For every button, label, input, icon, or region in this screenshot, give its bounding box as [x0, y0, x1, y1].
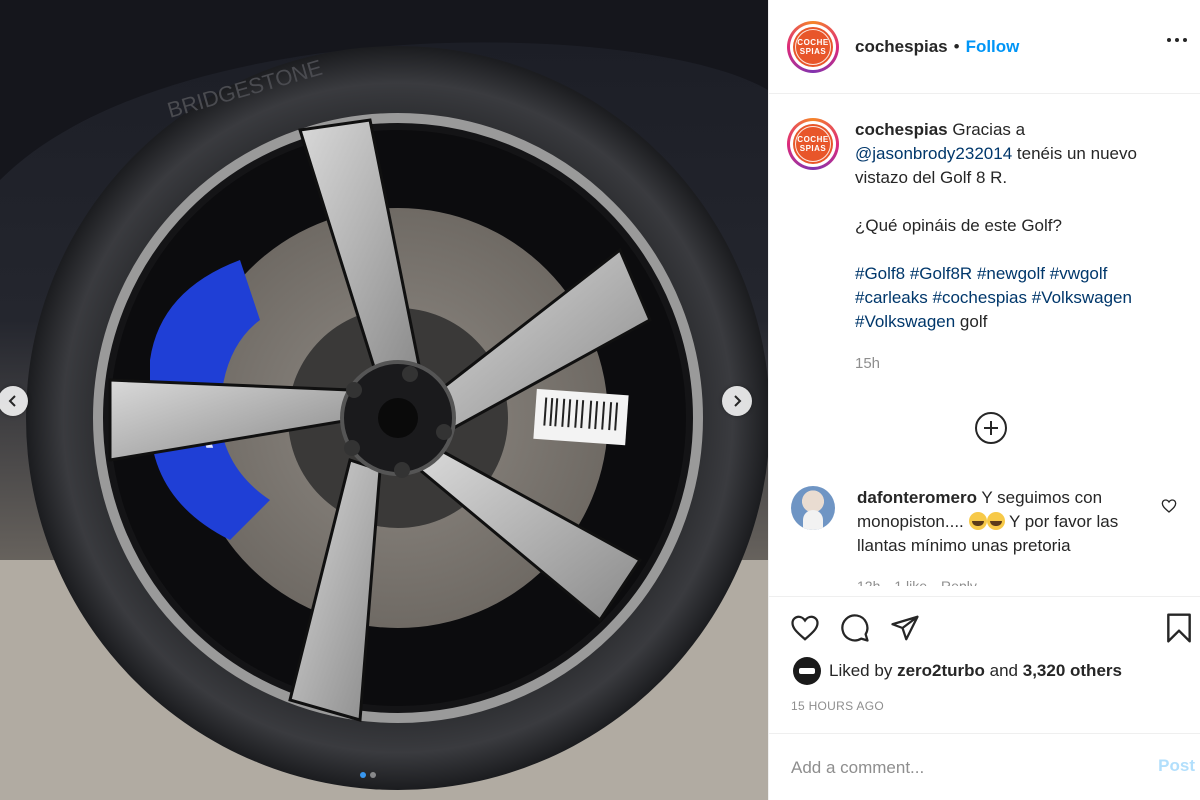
comment-item: dafonteromero Y seguimos con monopiston.…: [791, 486, 1195, 586]
post-caption: COCHE SPIAS cochespias Gracias a @jasonb…: [787, 118, 1165, 376]
comment-icon[interactable]: [839, 613, 871, 643]
header-separator: •: [953, 36, 960, 56]
comment-time: 12h: [857, 578, 881, 586]
profile-avatar[interactable]: COCHE SPIAS: [787, 20, 839, 73]
bookmark-icon[interactable]: [1163, 611, 1195, 645]
caption-time: 15h: [855, 355, 881, 372]
header-username[interactable]: cochespias: [855, 37, 948, 57]
carousel-next-button[interactable]: [722, 386, 752, 416]
caption-mention[interactable]: @jasonbrody232014: [855, 144, 1012, 163]
comment-meta: 12h 1 like Reply: [857, 574, 1157, 586]
add-comment-bar: Post: [769, 733, 1200, 800]
hashtag[interactable]: #Volkswagen: [1032, 288, 1132, 307]
hashtag[interactable]: #Volkswagen: [855, 312, 955, 331]
carousel-indicator: [360, 772, 376, 778]
crying-face-emoji-icon: [986, 512, 1005, 530]
liker-username[interactable]: zero2turbo: [897, 661, 985, 681]
crying-face-emoji-icon: [968, 512, 987, 530]
logo-text-line2: SPIAS: [799, 144, 827, 153]
plus-circle-icon: [984, 421, 998, 435]
chevron-left-icon: [8, 395, 16, 407]
post-header: COCHE SPIAS cochespias • Follow: [769, 0, 1200, 94]
liker-avatar[interactable]: [793, 657, 821, 685]
logo-text-line2: SPIAS: [799, 46, 827, 56]
caption-text: cochespias Gracias a @jasonbrody232014 t…: [855, 118, 1165, 376]
caption-avatar[interactable]: COCHE SPIAS: [787, 118, 839, 170]
liked-by-prefix: Liked by: [829, 661, 893, 680]
carousel-dot-active: [360, 772, 366, 778]
more-options-icon[interactable]: [1167, 38, 1187, 42]
share-icon[interactable]: [889, 613, 921, 643]
chevron-right-icon: [734, 395, 742, 407]
post-photo[interactable]: BRIDGESTONE R: [0, 0, 768, 800]
caption-question: ¿Qué opináis de este Golf?: [855, 216, 1062, 235]
caption-text-1: Gracias a: [952, 120, 1026, 139]
hashtag[interactable]: #newgolf: [977, 264, 1045, 283]
liked-by-and: and: [989, 661, 1019, 680]
hashtag[interactable]: #Golf8: [855, 264, 905, 283]
likes-summary: Liked by zero2turbo and 3,320 others: [793, 657, 1122, 685]
caption-trailing-word: golf: [959, 312, 988, 331]
cochespias-logo: COCHE SPIAS: [793, 26, 833, 67]
comment-reply-button[interactable]: Reply: [941, 574, 977, 586]
logo-text-line1: COCHE: [797, 135, 829, 144]
post-actions: Liked by zero2turbo and 3,320 others 15 …: [769, 596, 1200, 800]
caption-hashtags: #Golf8 #Golf8R #newgolf #vwgolf #carleak…: [855, 262, 1165, 334]
wheel-photo: BRIDGESTONE R: [0, 0, 768, 800]
post-side-panel: COCHE SPIAS cochespias • Follow COCHE SP…: [768, 0, 1200, 800]
load-more-comments-button[interactable]: [975, 412, 1007, 444]
heart-icon[interactable]: [789, 613, 821, 643]
comment-like-icon[interactable]: [1161, 498, 1177, 514]
comment-username[interactable]: dafonteromero: [857, 488, 977, 507]
post-comment-button[interactable]: Post: [1158, 756, 1195, 776]
post-date[interactable]: 15 HOURS AGO: [791, 699, 884, 713]
carousel-dot: [370, 772, 376, 778]
comment-body: dafonteromero Y seguimos con monopiston.…: [857, 486, 1157, 586]
caption-username[interactable]: cochespias: [855, 120, 948, 139]
logo-text-line1: COCHE: [797, 37, 829, 47]
hashtag[interactable]: #cochespias: [933, 288, 1028, 307]
comment-likes[interactable]: 1 like: [894, 574, 927, 586]
hashtag[interactable]: #Golf8R: [910, 264, 972, 283]
hashtag[interactable]: #carleaks: [855, 288, 928, 307]
comment-input[interactable]: [791, 757, 1131, 778]
hashtag[interactable]: #vwgolf: [1050, 264, 1108, 283]
likes-others-count[interactable]: 3,320 others: [1023, 661, 1122, 681]
cochespias-logo: COCHE SPIAS: [793, 124, 833, 164]
follow-button[interactable]: Follow: [966, 37, 1020, 57]
commenter-avatar[interactable]: [791, 486, 835, 530]
